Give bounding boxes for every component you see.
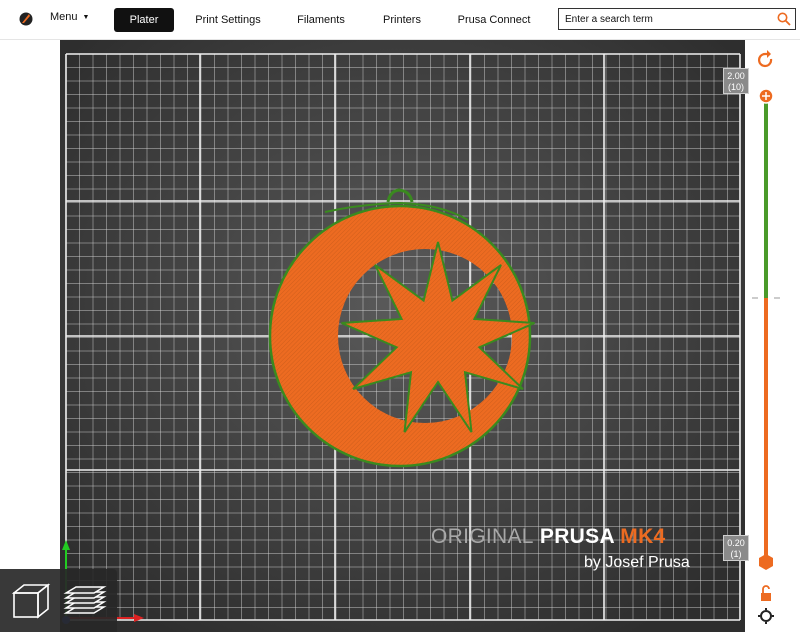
lock-icon[interactable] <box>761 585 771 601</box>
top-layer-number: (10) <box>727 82 744 92</box>
tab-plater[interactable]: Plater <box>114 8 174 32</box>
menu-button[interactable]: Menu ▼ <box>50 11 89 23</box>
brand-model: MK4 <box>620 525 666 548</box>
brand-name: PRUSA <box>539 525 615 548</box>
scene-canvas[interactable] <box>0 40 800 632</box>
tab-print-settings[interactable]: Print Settings <box>190 8 266 32</box>
search-input[interactable] <box>559 9 769 29</box>
layer-slider[interactable] <box>752 88 780 570</box>
caret-down-icon: ▼ <box>82 13 90 21</box>
top-bar: Menu ▼ Plater Print Settings Filaments Pr… <box>0 0 800 40</box>
bed-brand-label: ORIGINAL PRUSA MK4 <box>431 525 666 549</box>
bottom-layer-number: (1) <box>730 549 742 559</box>
tab-prusa-connect[interactable]: Prusa Connect <box>452 8 536 32</box>
slider-bottom-thumb[interactable] <box>759 554 773 570</box>
bottom-layer-height: 0.20 <box>727 538 745 548</box>
prusa-logo-icon <box>19 12 33 26</box>
tab-filaments[interactable]: Filaments <box>290 8 352 32</box>
search-box <box>558 8 796 30</box>
3d-viewport[interactable]: ORIGINAL PRUSA MK4 by Josef Prusa 2.00 (… <box>0 40 800 632</box>
brand-prefix: ORIGINAL <box>431 525 534 548</box>
view-toolbar <box>0 569 117 632</box>
tab-printers[interactable]: Printers <box>376 8 428 32</box>
cog-icon[interactable] <box>758 608 774 624</box>
menu-label: Menu <box>50 11 78 23</box>
top-layer-label: 2.00 (10) <box>723 68 749 94</box>
undo-icon[interactable] <box>758 52 773 68</box>
bottom-layer-label: 0.20 (1) <box>723 535 749 561</box>
3d-view-cube-icon[interactable] <box>8 577 54 623</box>
search-icon[interactable] <box>777 12 791 26</box>
top-layer-height: 2.00 <box>727 71 745 81</box>
layers-preview-icon[interactable] <box>62 577 108 623</box>
bed-byline: by Josef Prusa <box>584 554 690 571</box>
